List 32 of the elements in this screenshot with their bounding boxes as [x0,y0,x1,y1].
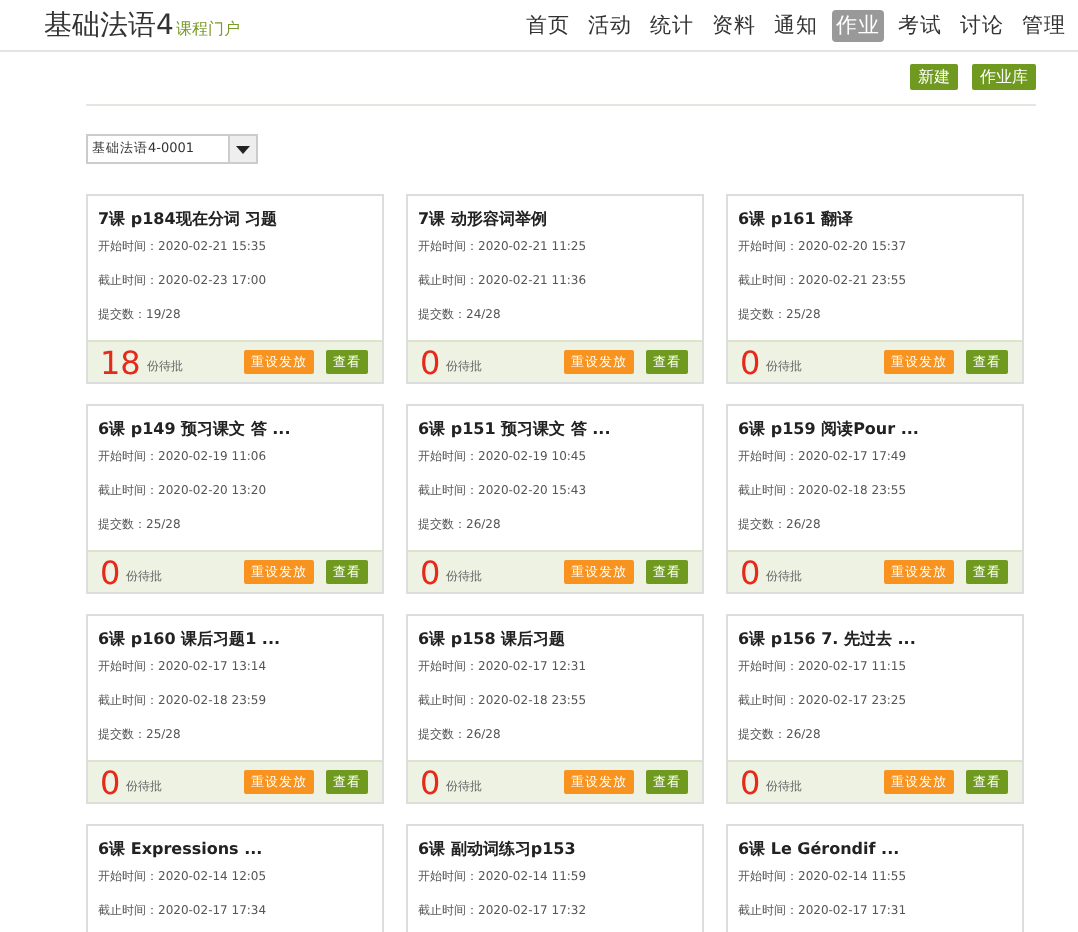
pending-count: 0 [100,553,121,591]
pending-count: 0 [740,763,761,801]
course-title: 基础法语4 [44,7,174,43]
nav-tab[interactable]: 资料 [708,9,760,41]
assignment-title[interactable]: 6课 p156 7. 先过去 ... [738,628,1012,650]
pending-count: 18 [100,343,141,381]
nav-tab[interactable]: 考试 [894,9,946,41]
assignment-title[interactable]: 6课 p158 课后习题 [418,628,692,650]
pending-count: 0 [100,763,121,801]
nav-tab[interactable]: 统计 [646,9,698,41]
assignment-title[interactable]: 7课 动形容词举例 [418,208,692,230]
course-subtitle: 课程门户 [175,17,240,39]
assignment-title[interactable]: 6课 p159 阅读Pour ... [738,418,1012,440]
pending-count: 0 [740,553,761,591]
assignment-title[interactable]: 6课 副动词练习p153 [418,838,692,860]
nav-tab[interactable]: 活动 [584,9,636,41]
nav-tab[interactable]: 首页 [522,9,574,41]
pending-count: 0 [420,553,441,591]
assignment-title[interactable]: 6课 p151 预习课文 答 ... [418,418,692,440]
assignment-title[interactable]: 7课 p184现在分词 习题 [98,208,372,230]
pending-count: 0 [420,763,441,801]
assignment-title[interactable]: 6课 p149 预习课文 答 ... [98,418,372,440]
assignment-title[interactable]: 6课 Expressions ... [98,838,372,860]
nav-tab[interactable]: 讨论 [956,9,1008,41]
assignment-title[interactable]: 6课 Le Gérondif ... [738,838,1012,860]
assignment-title[interactable]: 6课 p160 课后习题1 ... [98,628,372,650]
nav-tab[interactable]: 管理 [1018,9,1070,41]
pending-count: 0 [740,343,761,381]
nav-tab[interactable]: 通知 [770,9,822,41]
dropdown-icon [236,145,250,153]
assignment-title[interactable]: 6课 p161 翻译 [738,208,1012,230]
pending-count: 0 [420,343,441,381]
